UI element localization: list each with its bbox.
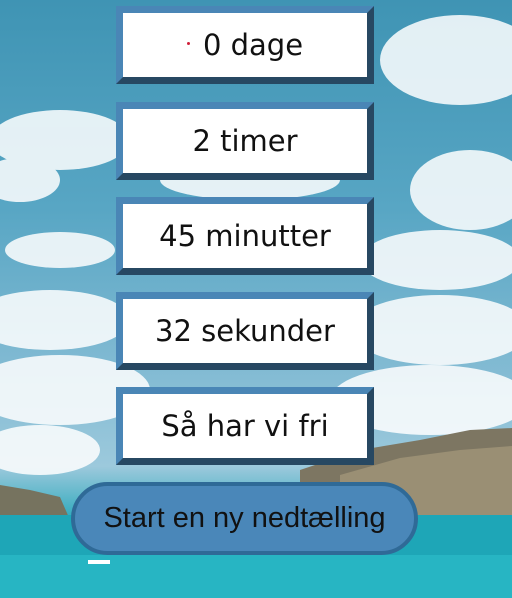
seconds-text: 32 sekunder	[155, 314, 335, 348]
hours-text: 2 timer	[192, 124, 298, 158]
minutes-display: 45 minutter	[116, 197, 374, 275]
marker-dot	[186, 41, 190, 45]
days-text: 0 dage	[202, 28, 304, 62]
days-display: 0 dage	[116, 6, 374, 84]
start-new-countdown-button[interactable]: Start en ny nedtælling	[71, 482, 418, 555]
minutes-text: 45 minutter	[159, 219, 331, 253]
message-text: Så har vi fri	[161, 409, 329, 443]
seconds-display: 32 sekunder	[116, 292, 374, 370]
start-new-countdown-label: Start en ny nedtælling	[103, 502, 386, 534]
hours-display: 2 timer	[116, 102, 374, 180]
message-display: Så har vi fri	[116, 387, 374, 465]
